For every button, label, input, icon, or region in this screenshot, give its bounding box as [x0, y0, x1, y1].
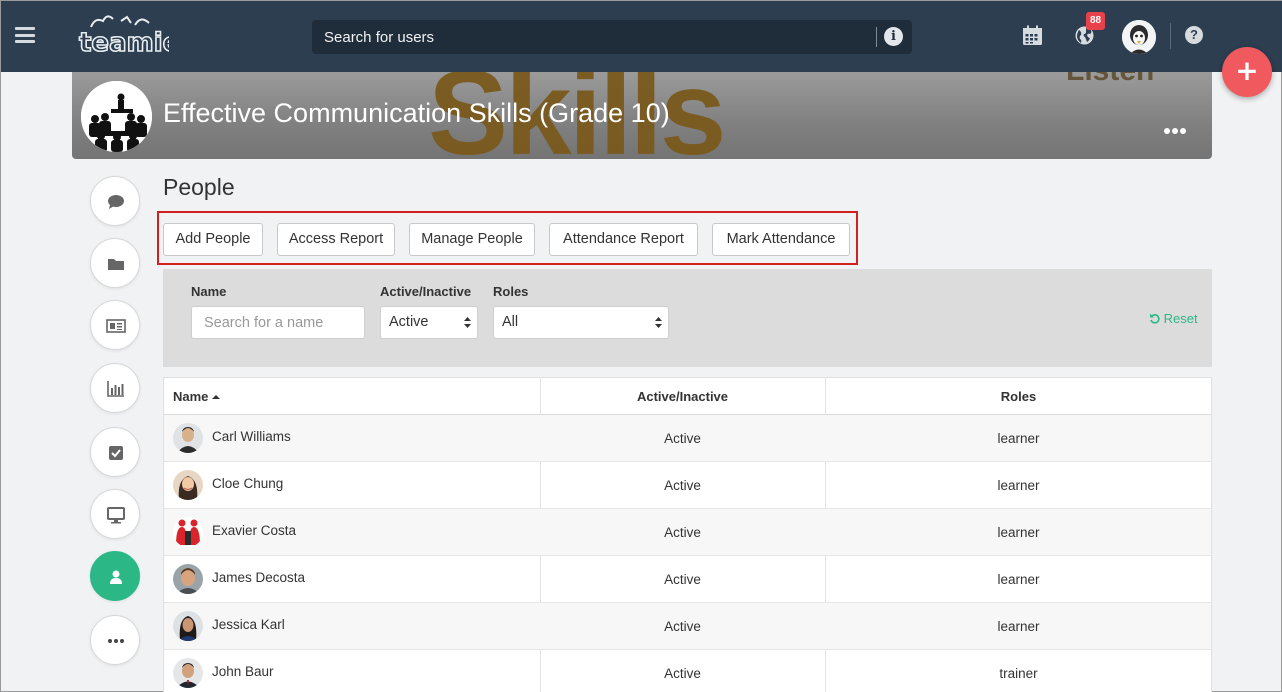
user-name-link[interactable]: John Baur [212, 664, 274, 679]
sidebar-item-assessments[interactable] [90, 427, 140, 477]
user-avatar [173, 611, 203, 641]
select-arrows-icon [464, 317, 471, 328]
user-avatar [173, 564, 203, 594]
more-icon [108, 639, 124, 643]
mark-attendance-button[interactable]: Mark Attendance [712, 223, 850, 256]
status-column-header[interactable]: Active/Inactive [540, 378, 825, 415]
user-avatar [173, 470, 203, 500]
table-row[interactable]: Carl Williams Active learner [164, 415, 1211, 462]
access-report-button[interactable]: Access Report [277, 223, 395, 256]
course-logo [81, 81, 152, 152]
table-row[interactable]: Exavier Costa Active learner [164, 509, 1211, 556]
status-filter-label: Active/Inactive [380, 284, 472, 299]
reset-filters-button[interactable]: Reset [1149, 311, 1198, 326]
people-table: Name Active/Inactive Roles Carl Williams… [163, 377, 1212, 692]
user-status: Active [664, 525, 701, 540]
roles-select[interactable]: All [493, 306, 669, 339]
user-status: Active [664, 619, 701, 634]
course-title: Effective Communication Skills (Grade 10… [163, 98, 670, 128]
notification-badge[interactable]: 88 [1086, 12, 1105, 30]
hamburger-icon[interactable] [15, 27, 35, 43]
calendar-icon[interactable] [1022, 25, 1043, 51]
select-arrows-icon [655, 317, 662, 328]
newspaper-icon [106, 319, 126, 333]
user-search-input[interactable] [312, 20, 872, 54]
user-status: Active [664, 666, 701, 681]
user-search-box: i [312, 20, 912, 54]
user-name-link[interactable]: James Decosta [212, 570, 305, 585]
status-select[interactable]: Active [380, 306, 478, 339]
status-select-value: Active [389, 314, 429, 330]
user-status: Active [664, 572, 701, 587]
top-navbar: teamie i 88 [1, 1, 1282, 72]
person-icon [110, 570, 122, 584]
user-role: learner [997, 478, 1040, 493]
course-banner: Skills Listen Effective Communication Sk… [72, 72, 1212, 159]
sidebar-item-classroom[interactable] [90, 489, 140, 539]
reset-icon [1150, 313, 1160, 324]
course-options-icon[interactable] [1164, 128, 1188, 136]
sidebar-item-gradebook[interactable] [90, 363, 140, 413]
page-title: People [163, 174, 235, 200]
sidebar-item-more[interactable] [90, 615, 140, 665]
banner-background-word-2: Listen [1066, 72, 1154, 88]
user-name-link[interactable]: Carl Williams [212, 429, 291, 444]
search-divider [876, 27, 877, 47]
table-row[interactable]: Cloe Chung Active learner [164, 462, 1211, 509]
logo-text: teamie [79, 28, 169, 57]
user-avatar [173, 423, 203, 453]
sidebar-item-files[interactable] [90, 238, 140, 288]
user-avatar [173, 517, 203, 547]
name-column-header[interactable]: Name [164, 378, 540, 415]
manage-people-button[interactable]: Manage People [409, 223, 535, 256]
user-role: learner [997, 525, 1040, 540]
table-row[interactable]: James Decosta Active learner [164, 556, 1211, 603]
user-role: trainer [999, 666, 1038, 681]
teamie-logo[interactable]: teamie [77, 13, 181, 59]
monitor-icon [107, 507, 125, 524]
user-name-link[interactable]: Exavier Costa [212, 523, 296, 538]
add-people-button[interactable]: Add People [163, 223, 263, 256]
roles-column-header[interactable]: Roles [825, 378, 1211, 415]
roles-filter-label: Roles [493, 284, 529, 299]
checkbox-icon [109, 446, 123, 460]
name-filter-label: Name [191, 284, 227, 299]
user-name-link[interactable]: Jessica Karl [212, 617, 285, 632]
table-row[interactable]: John Baur Active trainer [164, 650, 1211, 692]
name-search-input[interactable] [191, 306, 365, 339]
create-plus-button[interactable]: + [1222, 47, 1272, 97]
bar-chart-icon [107, 381, 124, 397]
user-role: learner [997, 619, 1040, 634]
sort-ascending-icon [212, 395, 221, 399]
user-role: learner [997, 572, 1040, 587]
user-avatar[interactable] [1122, 20, 1156, 54]
user-role: learner [997, 431, 1040, 446]
user-name-link[interactable]: Cloe Chung [212, 476, 283, 491]
reset-label: Reset [1163, 311, 1198, 326]
user-avatar [173, 658, 203, 688]
table-row[interactable]: Jessica Karl Active learner [164, 603, 1211, 650]
attendance-report-button[interactable]: Attendance Report [549, 223, 698, 256]
sidebar-item-lessons[interactable] [90, 300, 140, 350]
user-status: Active [664, 478, 701, 493]
chat-icon [108, 195, 124, 209]
folder-icon [108, 259, 124, 270]
help-icon[interactable]: ? [1185, 26, 1203, 44]
roles-select-value: All [502, 314, 519, 330]
sidebar-item-discussion[interactable] [90, 176, 140, 226]
info-icon[interactable]: i [884, 27, 903, 46]
user-status: Active [664, 431, 701, 446]
sidebar-item-people[interactable] [90, 551, 140, 601]
name-header-label: Name [173, 389, 209, 404]
topbar-divider [1170, 23, 1171, 49]
